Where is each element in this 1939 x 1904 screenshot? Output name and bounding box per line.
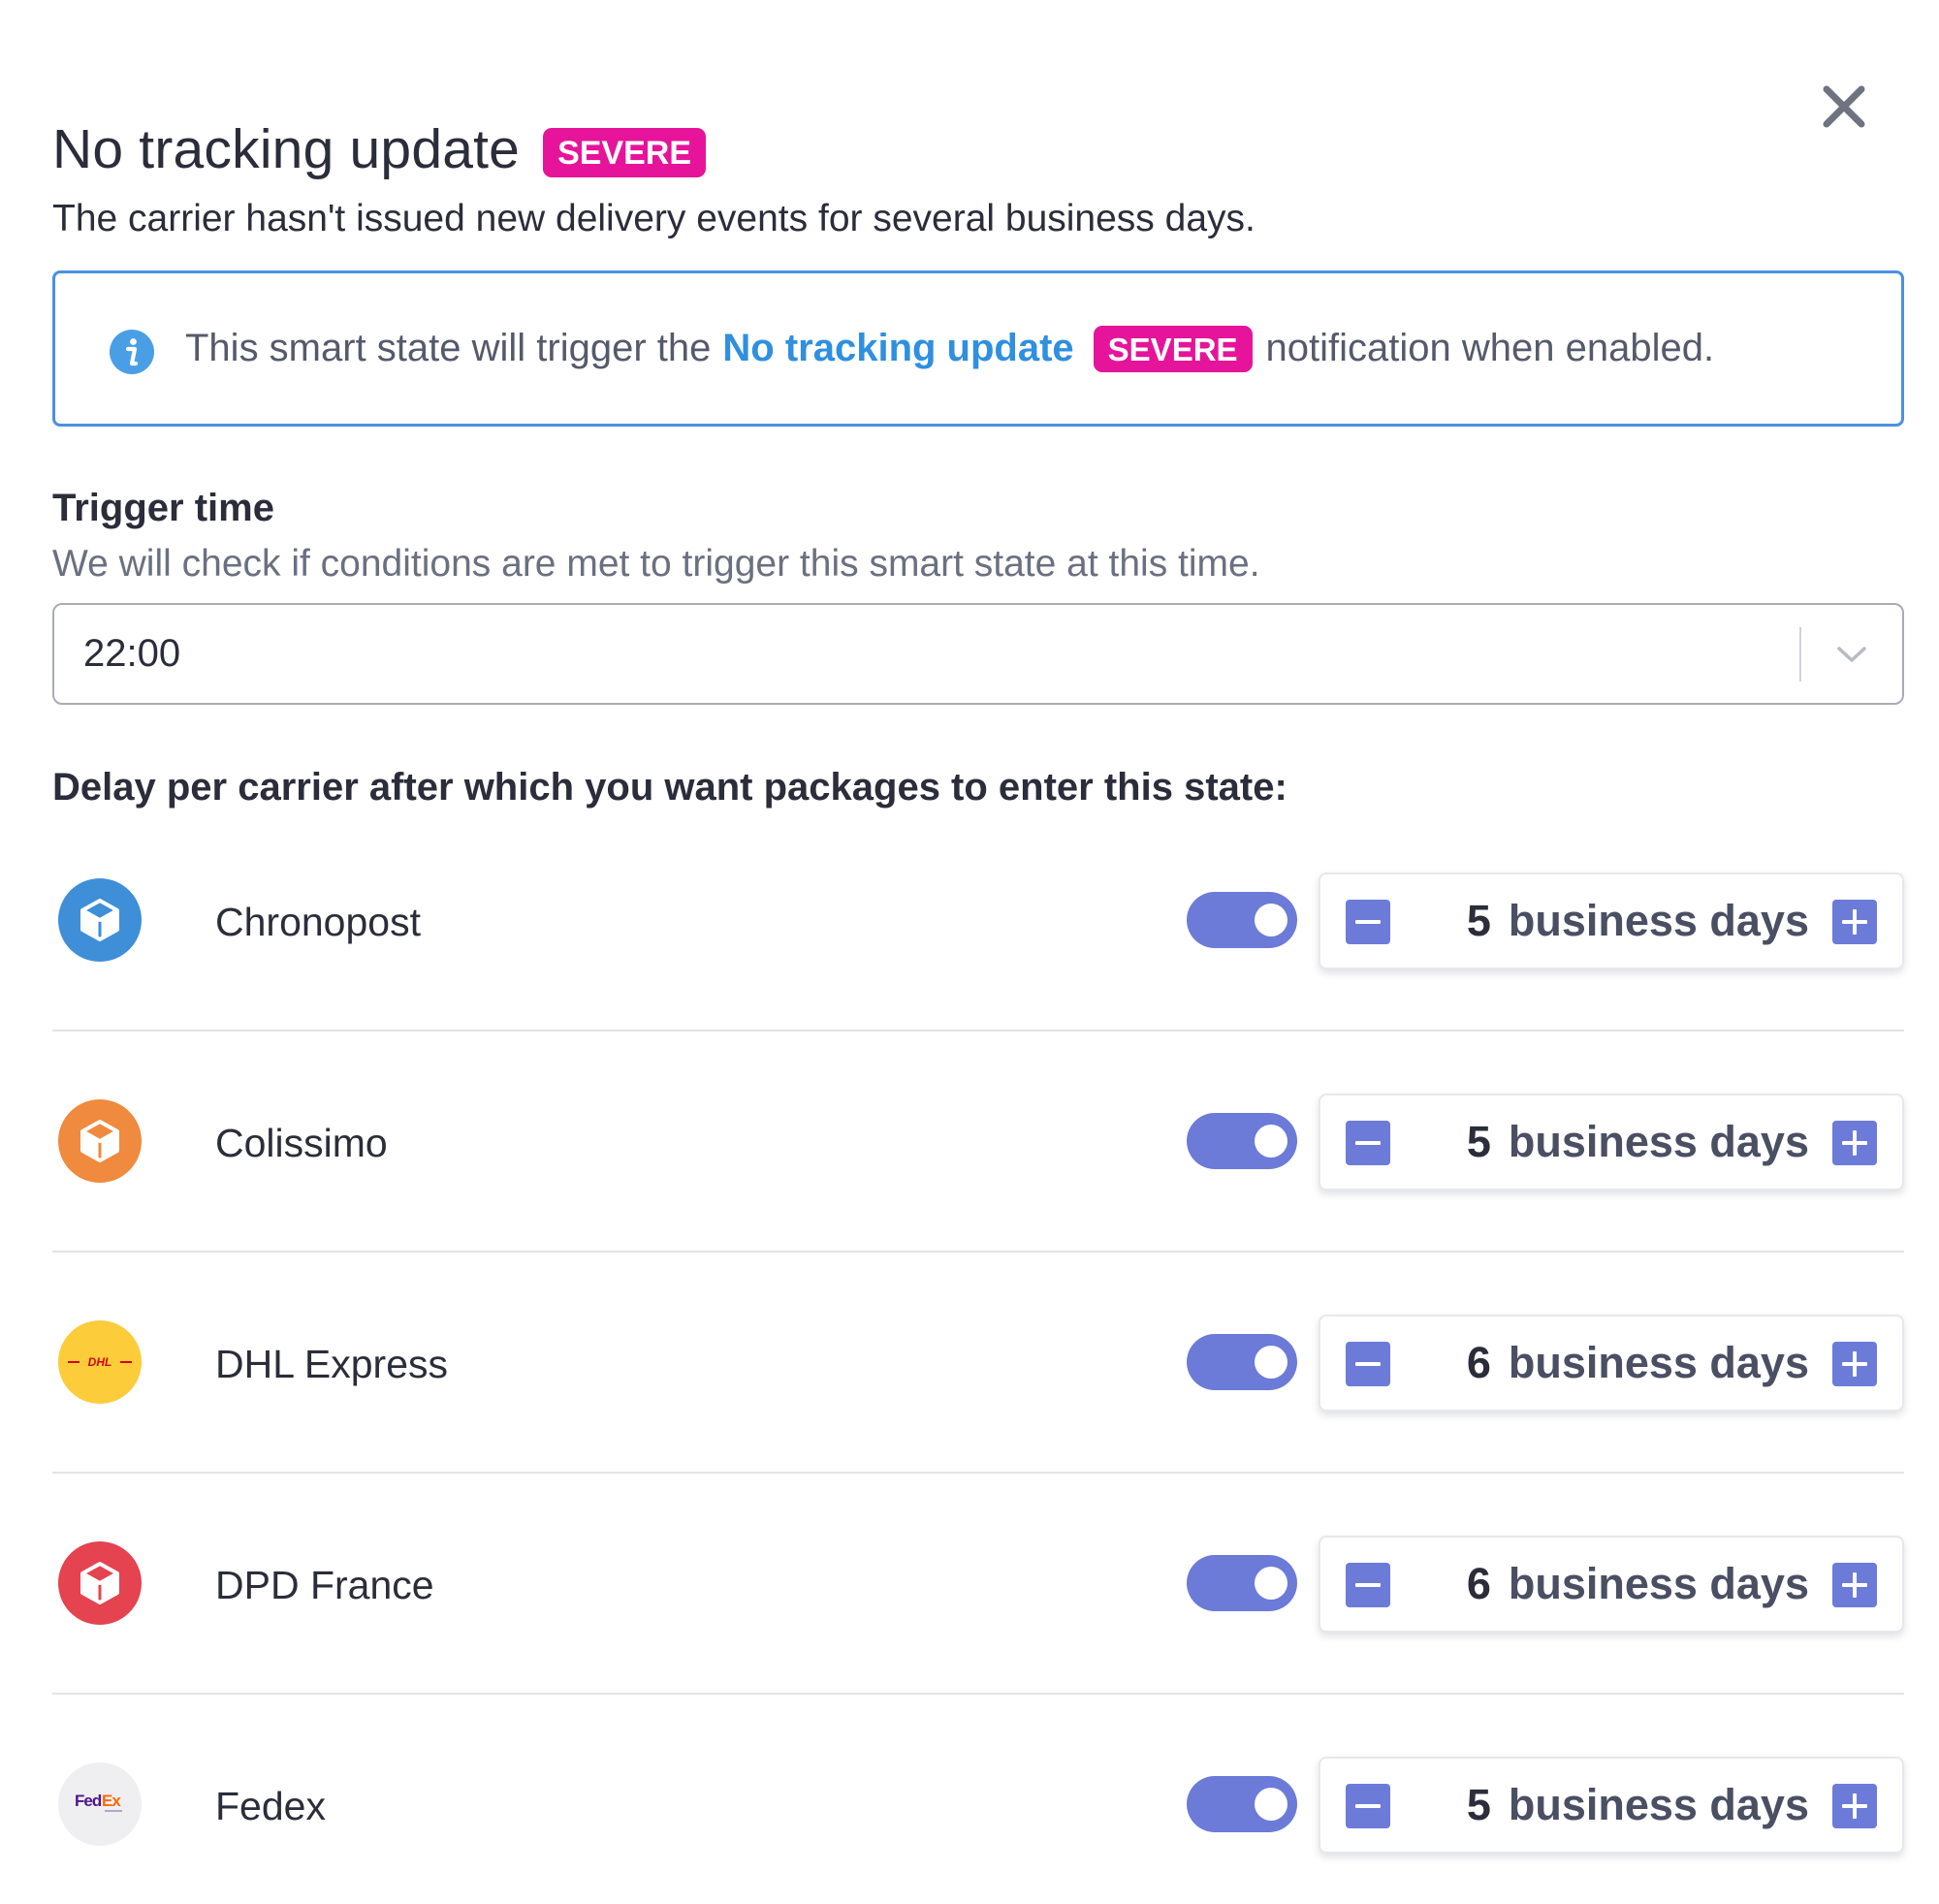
carrier-name: DHL Express <box>215 1342 448 1386</box>
delay-days: 6 <box>1466 1559 1491 1608</box>
delay-days: 5 <box>1466 1117 1491 1166</box>
box-icon <box>80 1120 119 1162</box>
carrier-toggle[interactable] <box>1187 1776 1297 1832</box>
decrement-button[interactable] <box>1346 900 1390 944</box>
carrier-name: Chronopost <box>215 900 421 944</box>
delay-per-carrier-label: Delay per carrier after which you want p… <box>52 766 1287 809</box>
carrier-toggle[interactable] <box>1187 1113 1297 1169</box>
minus-icon <box>1355 920 1381 924</box>
delay-stepper: 5 business days <box>1319 1094 1904 1190</box>
carrier-row-colissimo: Colissimo 5 business days <box>52 1031 1904 1253</box>
carrier-row-dhl-express: DHL DHL Express 6 business days <box>52 1253 1904 1474</box>
increment-button[interactable] <box>1832 900 1877 944</box>
delay-value: 6 business days <box>1467 1317 1809 1410</box>
dhl-express-logo: DHL <box>58 1320 142 1404</box>
carrier-toggle[interactable] <box>1187 1334 1297 1390</box>
trigger-time-label: Trigger time <box>52 487 274 529</box>
delay-days: 5 <box>1466 1780 1491 1829</box>
box-icon <box>80 899 119 941</box>
toggle-knob <box>1255 1567 1287 1600</box>
trigger-time-value: 22:00 <box>83 632 181 675</box>
page-title: No tracking update <box>52 118 521 180</box>
increment-button[interactable] <box>1832 1784 1877 1828</box>
fedex-logo: Fed Ex <box>58 1762 142 1846</box>
carrier-name: DPD France <box>215 1563 434 1607</box>
svg-text:DHL: DHL <box>88 1355 112 1369</box>
delay-days: 6 <box>1466 1338 1491 1387</box>
toggle-knob <box>1255 1125 1287 1158</box>
chevron-down-icon[interactable] <box>1801 605 1902 703</box>
delay-value: 5 business days <box>1467 874 1809 968</box>
info-severity-badge: SEVERE <box>1093 325 1253 372</box>
delay-unit: business days <box>1508 896 1809 945</box>
delay-stepper: 5 business days <box>1319 1757 1904 1854</box>
minus-icon <box>1355 1804 1381 1808</box>
increment-button[interactable] <box>1832 1342 1877 1386</box>
minus-icon <box>1355 1583 1381 1587</box>
delay-days: 5 <box>1466 896 1491 945</box>
close-icon <box>1823 85 1865 128</box>
dhl-logo-icon: DHL <box>68 1355 132 1369</box>
header: No tracking update SEVERE <box>52 114 707 184</box>
increment-button[interactable] <box>1832 1563 1877 1607</box>
info-icon <box>110 329 154 374</box>
info-text-suffix: notification when enabled. <box>1265 327 1715 369</box>
decrement-button[interactable] <box>1346 1121 1390 1165</box>
carrier-name: Fedex <box>215 1784 326 1828</box>
page-subtitle: The carrier hasn't issued new delivery e… <box>52 198 1256 239</box>
delay-value: 5 business days <box>1467 1095 1809 1189</box>
decrement-button[interactable] <box>1346 1784 1390 1828</box>
info-banner: This smart state will trigger the No tra… <box>52 270 1904 427</box>
chronopost-logo <box>58 878 142 962</box>
toggle-knob <box>1255 904 1287 936</box>
severity-badge: SEVERE <box>543 127 707 177</box>
delay-stepper: 6 business days <box>1319 1536 1904 1633</box>
decrement-button[interactable] <box>1346 1342 1390 1386</box>
box-icon <box>80 1562 119 1604</box>
dpd-france-logo <box>58 1541 142 1625</box>
info-text-prefix: This smart state will trigger the <box>185 327 712 369</box>
delay-unit: business days <box>1508 1338 1809 1387</box>
carrier-row-chronopost: Chronopost 5 business days <box>52 810 1904 1031</box>
delay-stepper: 5 business days <box>1319 873 1904 969</box>
carrier-name: Colissimo <box>215 1121 388 1165</box>
decrement-button[interactable] <box>1346 1563 1390 1607</box>
carrier-row-dpd-france: DPD France 6 business days <box>52 1474 1904 1695</box>
carrier-row-fedex: Fed Ex Fedex 5 business days <box>52 1695 1904 1904</box>
close-button[interactable] <box>1815 78 1873 136</box>
delay-stepper: 6 business days <box>1319 1315 1904 1412</box>
colissimo-logo <box>58 1099 142 1183</box>
toggle-knob <box>1255 1346 1287 1379</box>
svg-text:Ex: Ex <box>102 1792 121 1810</box>
carrier-toggle[interactable] <box>1187 892 1297 948</box>
delay-unit: business days <box>1508 1780 1809 1829</box>
delay-unit: business days <box>1508 1559 1809 1608</box>
minus-icon <box>1355 1362 1381 1366</box>
delay-value: 5 business days <box>1467 1759 1809 1852</box>
delay-unit: business days <box>1508 1117 1809 1166</box>
minus-icon <box>1355 1141 1381 1145</box>
increment-button[interactable] <box>1832 1121 1877 1165</box>
info-link-no-tracking-update[interactable]: No tracking update <box>722 327 1073 370</box>
fedex-logo-icon: Fed Ex <box>75 1792 122 1812</box>
delay-value: 6 business days <box>1467 1538 1809 1631</box>
svg-text:Fed: Fed <box>75 1792 102 1810</box>
trigger-time-help: We will check if conditions are met to t… <box>52 543 1260 585</box>
trigger-time-select[interactable]: 22:00 <box>52 603 1904 705</box>
smart-state-modal: No tracking update SEVERE The carrier ha… <box>0 0 1939 1904</box>
toggle-knob <box>1255 1788 1287 1821</box>
carrier-toggle[interactable] <box>1187 1555 1297 1611</box>
